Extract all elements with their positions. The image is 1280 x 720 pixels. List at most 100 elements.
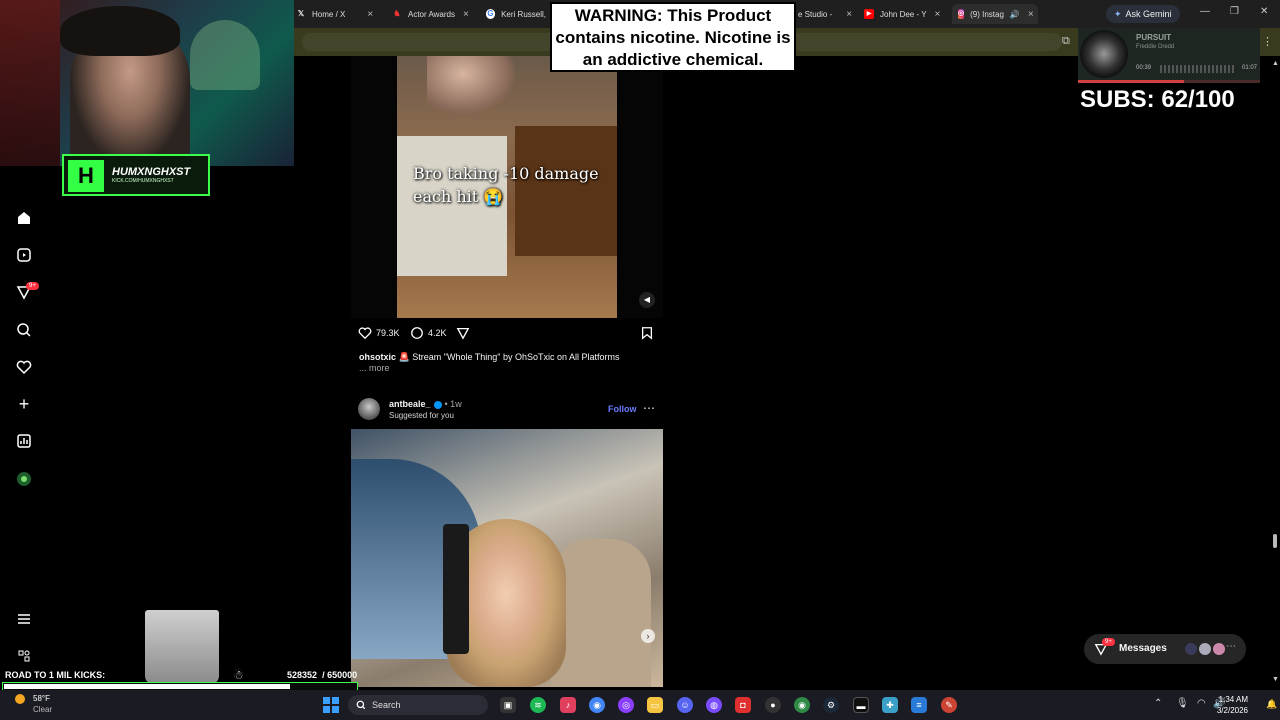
windows-start-icon[interactable] xyxy=(323,697,339,713)
close-icon[interactable]: × xyxy=(463,9,469,20)
heart-icon[interactable] xyxy=(14,357,34,377)
ghost-icon: ☃ xyxy=(233,668,244,682)
terminal-icon[interactable]: ▬ xyxy=(853,697,869,713)
album-art xyxy=(1080,30,1128,78)
spotify-icon[interactable]: ≋ xyxy=(530,697,546,713)
actor-awards-icon: ♞ xyxy=(393,9,401,18)
webcam-background-shelf xyxy=(0,0,60,166)
webcam-overlay xyxy=(0,0,294,166)
weather-temp: 58°F xyxy=(33,694,50,703)
man-head xyxy=(427,56,517,116)
post-caption: ohsotxic 🚨 Stream "Whole Thing" by OhSoT… xyxy=(359,351,659,363)
tab-instagram[interactable]: ◎ (9) Instag 🔊 × xyxy=(952,4,1038,24)
music-app-icon[interactable]: ♪ xyxy=(560,697,576,713)
home-icon[interactable] xyxy=(14,208,34,228)
tab-label: Actor Awards xyxy=(408,9,455,19)
elapsed-time: 00:39 xyxy=(1136,65,1152,71)
clock-time: 1:34 AM xyxy=(1218,695,1248,704)
app-icon[interactable]: ● xyxy=(765,697,781,713)
search-icon[interactable] xyxy=(14,320,34,340)
mute-icon[interactable]: ◀ xyxy=(639,292,655,308)
kicks-current: 528352 xyxy=(287,670,318,680)
scroll-down-icon[interactable]: ▼ xyxy=(1272,676,1279,683)
search-icon xyxy=(356,700,366,710)
next-arrow-icon[interactable]: › xyxy=(641,629,655,643)
youtube-icon: ▶ xyxy=(864,9,874,19)
streamer-url: KICK.COM/HUMXNGHXST xyxy=(112,178,174,184)
obs-icon[interactable]: ◍ xyxy=(706,697,722,713)
speaker-icon[interactable]: 🔊 xyxy=(1010,10,1020,19)
kicks-progress-fill xyxy=(4,684,290,689)
weather-icon xyxy=(15,694,25,704)
cast-icon[interactable]: ⧉ xyxy=(1062,35,1070,48)
taskbar-search[interactable]: Search xyxy=(348,695,488,715)
app-icon[interactable]: ◎ xyxy=(618,697,634,713)
chrome-icon[interactable]: ◉ xyxy=(589,697,605,713)
weather-condition: Clear xyxy=(33,705,53,714)
app-icon[interactable]: ✚ xyxy=(882,697,898,713)
post-author[interactable]: ohsotxic xyxy=(359,352,396,362)
messages-button[interactable]: 9+ Messages ⋯ xyxy=(1084,634,1246,664)
comment-count: 4.2K xyxy=(428,328,447,338)
follow-button[interactable]: Follow xyxy=(608,404,637,414)
more-link[interactable]: ... more xyxy=(359,363,390,373)
file-explorer-icon[interactable]: ▭ xyxy=(647,697,663,713)
post-video[interactable]: Bro taking -10 damage each hit 😭 ◀ xyxy=(351,56,663,318)
app-icon[interactable]: ✎ xyxy=(941,697,957,713)
profile-avatar-icon[interactable] xyxy=(14,469,34,489)
more-options-icon[interactable]: ⋯ xyxy=(643,401,655,415)
task-view-icon[interactable]: ▣ xyxy=(500,697,516,713)
caption-text: 🚨 Stream "Whole Thing" by OhSoTxic on Al… xyxy=(398,352,620,362)
streamer-badge: H HUMXNGHXST KICK.COM/HUMXNGHXST xyxy=(62,154,210,196)
tab-keri-russell[interactable]: G Keri Russell, xyxy=(486,4,546,24)
instagram-icon: ◎ xyxy=(958,9,965,19)
search-label: Search xyxy=(372,700,401,710)
avatar xyxy=(1212,642,1226,656)
tab-label: (9) Instag xyxy=(970,9,1004,19)
comment-button[interactable]: 4.2K xyxy=(410,326,447,340)
close-icon[interactable]: × xyxy=(1028,9,1034,20)
tab-youtube[interactable]: ▶ John Dee - Y × xyxy=(864,4,944,24)
close-window-button[interactable]: ✕ xyxy=(1260,6,1268,17)
scroll-thumb[interactable] xyxy=(1273,534,1277,548)
music-progress-fill xyxy=(1078,80,1184,83)
menu-dots-icon[interactable]: ⋮ xyxy=(1262,35,1273,48)
weather-widget[interactable]: 58°F Clear xyxy=(15,693,53,715)
discord-icon[interactable]: ☺ xyxy=(677,697,693,713)
clock[interactable]: 1:34 AM 3/2/2026 xyxy=(1200,694,1248,716)
like-button[interactable]: 79.3K xyxy=(358,326,400,340)
recorder-icon[interactable]: ◘ xyxy=(735,697,751,713)
maximize-button[interactable]: ❐ xyxy=(1230,6,1239,17)
song-title: PURSUIT xyxy=(1136,33,1172,42)
steam-icon[interactable]: ⚙ xyxy=(823,697,839,713)
post-image[interactable]: › xyxy=(351,429,663,687)
tab-actor-awards[interactable]: ♞ Actor Awards × xyxy=(392,4,472,24)
tab-home-x[interactable]: 𝕏 Home / X × xyxy=(296,4,382,24)
reels-icon[interactable] xyxy=(14,245,34,265)
share-button[interactable] xyxy=(456,326,470,340)
tab-studio[interactable]: e Studio - × xyxy=(798,4,854,24)
tab-label: John Dee - Y xyxy=(880,9,927,19)
scrollbar[interactable]: ▲ ▼ xyxy=(1270,56,1280,690)
close-icon[interactable]: × xyxy=(846,9,852,20)
more-icon: ⋯ xyxy=(1226,641,1236,652)
notification-bell-icon[interactable]: 🔔 xyxy=(1266,699,1277,710)
microphone-icon[interactable]: 🎙 xyxy=(1176,698,1189,709)
notepad-icon[interactable]: ≡ xyxy=(911,697,927,713)
post-username[interactable]: antbeale_ xyxy=(389,399,431,409)
avatar[interactable] xyxy=(358,398,380,420)
close-icon[interactable]: × xyxy=(935,9,941,20)
close-icon[interactable]: × xyxy=(367,9,373,20)
scroll-up-icon[interactable]: ▲ xyxy=(1272,60,1279,67)
gemini-sparkle-icon: ✦ xyxy=(1114,8,1122,19)
streamer-logo: H xyxy=(68,160,104,192)
create-icon[interactable]: + xyxy=(14,394,34,414)
save-button[interactable] xyxy=(640,326,654,340)
ask-gemini-button[interactable]: ✦ Ask Gemini xyxy=(1106,5,1180,23)
dashboard-icon[interactable] xyxy=(14,431,34,451)
suggested-label: Suggested for you xyxy=(389,411,454,420)
minimize-button[interactable]: — xyxy=(1200,6,1210,17)
chevron-up-icon[interactable]: ⌃ xyxy=(1154,698,1162,709)
chrome-icon[interactable]: ◉ xyxy=(794,697,810,713)
held-object xyxy=(443,524,469,654)
